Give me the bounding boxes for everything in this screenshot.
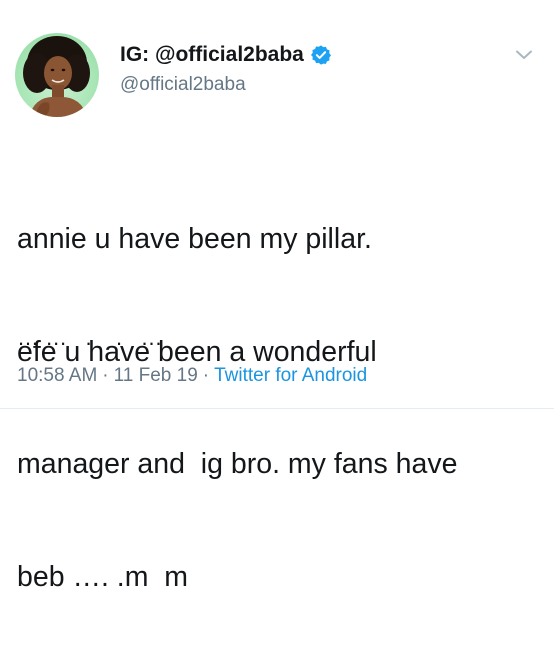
tweet-header: IG: @official2baba @official2baba xyxy=(120,42,500,96)
tweet-text-line: manager and ig bro. my fans have xyxy=(17,448,458,480)
tweet-text-line: annie u have been my pillar. xyxy=(17,223,372,255)
meta-separator: · xyxy=(202,365,210,386)
verified-badge-icon xyxy=(310,44,332,66)
user-handle[interactable]: @official2baba xyxy=(120,74,500,96)
tweet-date[interactable]: 11 Feb 19 xyxy=(114,365,198,386)
tweet-source-link[interactable]: Twitter for Android xyxy=(214,365,367,386)
profile-photo-icon xyxy=(23,36,90,117)
name-row: IG: @official2baba xyxy=(120,42,500,68)
tweet-time[interactable]: 10:58 AM xyxy=(17,365,97,386)
tweet-text-line: beb …. .m m xyxy=(17,560,189,593)
avatar[interactable] xyxy=(15,33,99,117)
tweet-card: IG: @official2baba @official2baba annie … xyxy=(0,0,554,593)
meta-separator: · xyxy=(102,365,109,386)
display-name[interactable]: IG: @official2baba xyxy=(120,43,304,67)
tweet-metadata: 10:58 AM · 11 Feb 19 · Twitter for Android xyxy=(17,365,367,387)
chevron-down-icon[interactable] xyxy=(514,48,534,62)
divider xyxy=(0,408,554,409)
tweet-trailing-dots: … … . . … xyxy=(17,325,163,350)
